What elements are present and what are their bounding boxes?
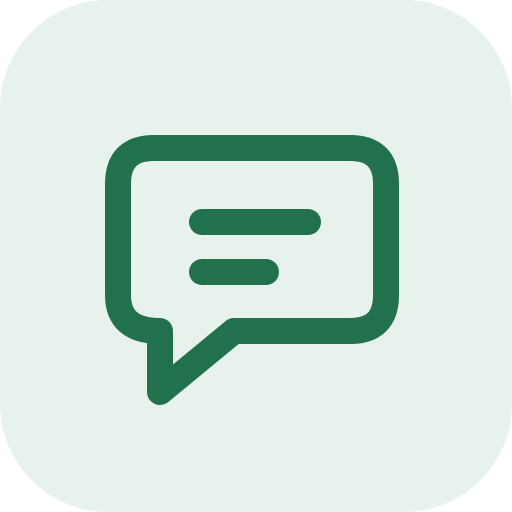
app-icon-tile[interactable] — [0, 0, 512, 512]
chat-bubble-icon — [105, 135, 399, 405]
